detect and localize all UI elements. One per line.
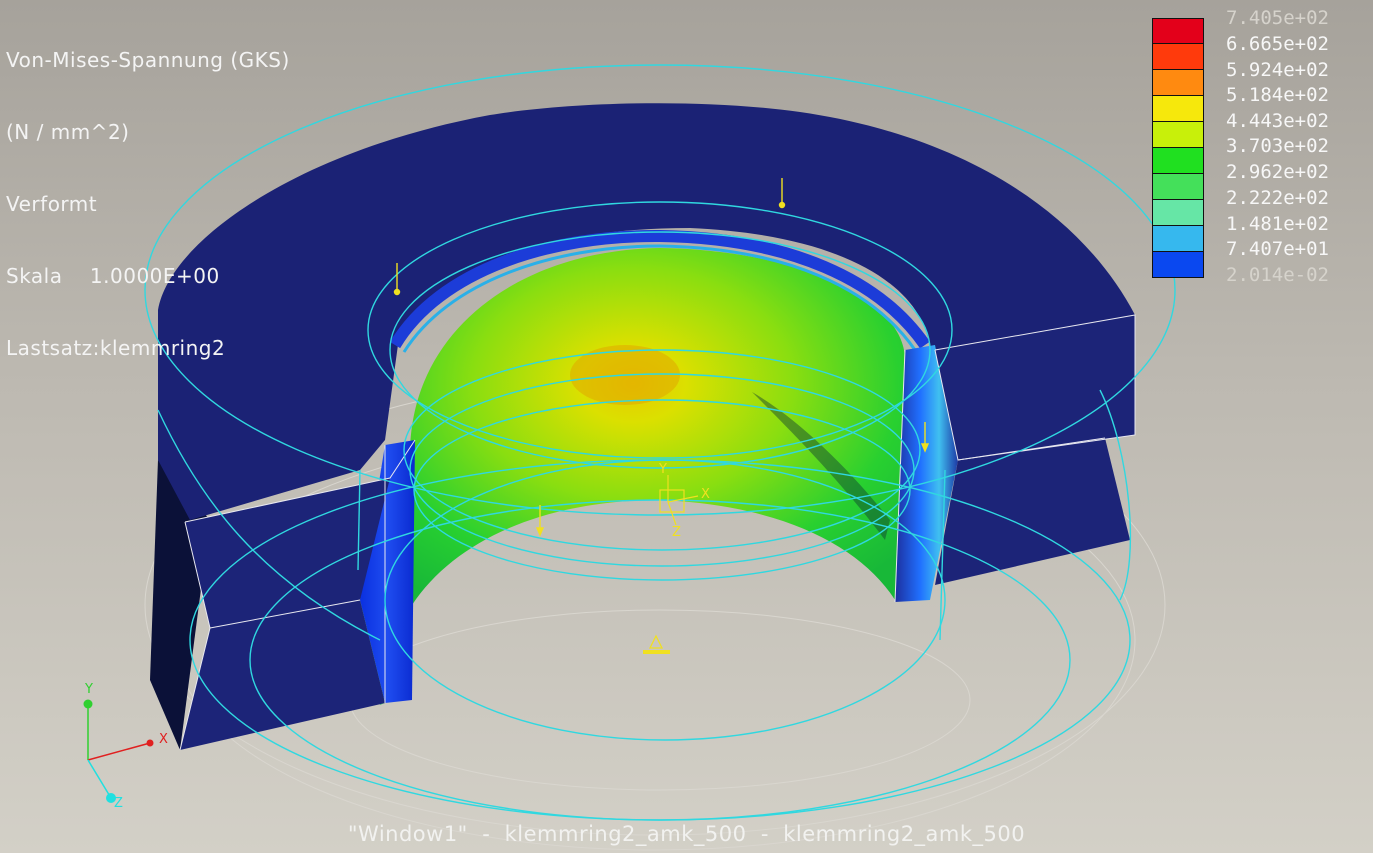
legend-label-min: 2.014e-02: [1226, 264, 1329, 286]
constraint-marker: [643, 634, 670, 654]
legend-swatch: [1152, 226, 1204, 252]
result-scale: Skala 1.0000E+00: [6, 264, 220, 288]
legend-swatch: [1152, 18, 1204, 44]
window-title: "Window1" - klemmring2_amk_500 - klemmri…: [347, 822, 1026, 846]
axis-z-line: [87, 759, 112, 799]
legend-swatch: [1152, 200, 1204, 226]
legend-label-max: 7.405e+02: [1226, 7, 1329, 29]
result-header: Von-Mises-Spannung (GKS) (N / mm^2) Verf…: [6, 0, 290, 384]
legend-label: 4.443e+02: [1226, 110, 1329, 132]
ring-right-face-lower: [935, 438, 1130, 585]
axis-y-tip: [83, 699, 93, 709]
legend-swatch: [1152, 70, 1204, 96]
legend-label: 2.962e+02: [1226, 161, 1329, 183]
axis-triad[interactable]: Y X Z: [83, 682, 169, 811]
axis-z-label: Z: [114, 796, 123, 811]
axis-x-tip: [146, 739, 154, 747]
result-loadset: Lastsatz:klemmring2: [6, 336, 226, 360]
legend-label: 3.703e+02: [1226, 135, 1329, 157]
axis-x-line: [87, 742, 151, 761]
result-quantity: Von-Mises-Spannung (GKS): [6, 48, 290, 72]
legend-swatch: [1152, 122, 1204, 148]
legend-swatch: [1152, 174, 1204, 200]
legend-label: 7.407e+01: [1226, 238, 1329, 260]
result-units: (N / mm^2): [6, 120, 130, 144]
legend-swatch: [1152, 252, 1204, 278]
origin-label-z: Z: [672, 525, 681, 540]
origin-label-y: Y: [658, 462, 667, 477]
legend-swatch: [1152, 44, 1204, 70]
result-display-mode: Verformt: [6, 192, 98, 216]
axis-x-label: X: [159, 732, 168, 747]
legend-label: 2.222e+02: [1226, 187, 1329, 209]
origin-label-x: X: [701, 487, 710, 502]
legend-label: 5.184e+02: [1226, 84, 1329, 106]
legend-label: 1.481e+02: [1226, 213, 1329, 235]
axis-y-label: Y: [84, 682, 93, 697]
legend-swatch: [1152, 148, 1204, 174]
legend-label: 5.924e+02: [1226, 59, 1329, 81]
legend-label: 6.665e+02: [1226, 33, 1329, 55]
legend-swatch: [1152, 96, 1204, 122]
